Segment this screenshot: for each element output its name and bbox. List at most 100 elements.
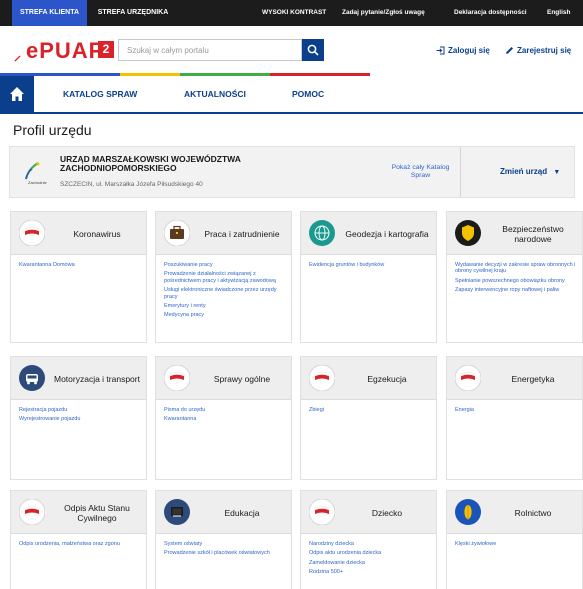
category-title: Rolnictwo — [514, 507, 552, 518]
tab-strefa-urzednika[interactable]: STREFA URZĘDNIKA — [88, 0, 178, 26]
category-links: Zbiegi — [309, 407, 431, 416]
category-link[interactable]: Rodzina 500+ — [309, 569, 431, 575]
category-card-header[interactable]: Sprawy ogólne — [156, 357, 291, 400]
category-links: Rejestracja pojazdu Wyrejestrowanie pojaz… — [19, 407, 141, 426]
category-links: Klęski żywiołowe — [455, 541, 577, 550]
register-label: Zarejestruj się — [517, 46, 572, 55]
briefcase-icon — [163, 219, 191, 247]
register-link[interactable]: Zarejestruj się — [505, 46, 571, 60]
category-link[interactable]: Kwarantanna Domowa — [19, 262, 141, 268]
category-link[interactable]: Ewidencja gruntów i budynków — [309, 262, 431, 268]
category-link[interactable]: Odpis aktu urodzenia dziecka — [309, 550, 431, 556]
category-links: Odpis urodzenia, małżeństwa oraz zgonu — [19, 541, 141, 550]
category-link[interactable]: Kwarantanna — [164, 416, 286, 422]
category-card: Energetyka Energia — [446, 356, 583, 480]
category-link[interactable]: System oświaty — [164, 541, 286, 547]
category-link[interactable]: Prowadzenie szkół i placówek oświatowych — [164, 550, 286, 556]
login-link[interactable]: Zaloguj się — [436, 46, 490, 60]
category-link[interactable]: Narodziny dziecka — [309, 541, 431, 547]
school-icon — [164, 499, 190, 525]
shield-icon — [455, 220, 481, 246]
category-title: Geodezja i kartografia — [345, 228, 429, 239]
nav-pomoc[interactable]: POMOC — [292, 76, 324, 112]
accessibility-link[interactable]: Deklaracja dostępności — [454, 0, 527, 26]
office-name: URZĄD MARSZAŁKOWSKI WOJEWÓDZTWA ZACHODNI… — [60, 154, 241, 173]
category-card: Koronawirus Kwarantanna Domowa — [10, 211, 147, 343]
category-card-header[interactable]: Edukacja — [156, 491, 291, 534]
top-bar: STREFA KLIENTA STREFA URZĘDNIKA WYSOKI K… — [0, 0, 583, 26]
category-card-header[interactable]: Motoryzacja i transport — [11, 357, 146, 400]
poland-flag-icon — [163, 364, 191, 392]
category-links: System oświaty Prowadzenie szkół i placów… — [164, 541, 286, 560]
category-title: Praca i zatrudnienie — [204, 228, 280, 239]
category-card-header[interactable]: Koronawirus — [11, 212, 146, 255]
category-links: Poszukiwanie pracy Prowadzenie działalnoś… — [164, 262, 286, 322]
pencil-icon — [506, 47, 513, 55]
header: ⸝ ePUAP 2 Zaloguj się Zarejestruj się — [0, 26, 583, 76]
category-card: Rolnictwo Klęski żywiołowe — [446, 490, 583, 589]
nav-aktualnosci[interactable]: AKTUALNOŚCI — [184, 76, 246, 112]
category-card-header[interactable]: Geodezja i kartografia — [301, 212, 436, 255]
change-office-button[interactable]: Zmień urząd ▼ — [500, 167, 560, 176]
logo-text: ePUAP — [26, 38, 105, 63]
category-card: Egzekucja Zbiegi — [300, 356, 437, 480]
category-card-header[interactable]: Egzekucja — [301, 357, 436, 400]
category-links: Pisma do urzędu Kwarantanna — [164, 407, 286, 426]
nav-katalog-spraw[interactable]: KATALOG SPRAW — [63, 76, 137, 112]
category-card: Praca i zatrudnienie Poszukiwanie pracy Pr… — [155, 211, 292, 343]
office-address: SZCZECIN, ul. Marszałka Józefa Piłsudski… — [60, 181, 203, 188]
category-link[interactable]: Wydawanie decyzji w zakresie spraw obron… — [455, 262, 577, 275]
category-title: Edukacja — [224, 507, 260, 518]
category-card-header[interactable]: Dziecko — [301, 491, 436, 534]
category-link[interactable]: Energia — [455, 407, 577, 413]
category-card-header[interactable]: Praca i zatrudnienie — [156, 212, 291, 255]
office-divider — [460, 147, 461, 197]
category-title: Egzekucja — [367, 373, 407, 384]
high-contrast-link[interactable]: WYSOKI KONTRAST — [262, 0, 326, 26]
category-link[interactable]: Odpis urodzenia, małżeństwa oraz zgonu — [19, 541, 141, 547]
category-link[interactable]: Medycyna pracy — [164, 312, 286, 318]
category-card: Bezpieczeństwo narodowe Wydawanie decyzji… — [446, 211, 583, 343]
category-title: Bezpieczeństwo narodowe — [502, 223, 564, 244]
login-icon — [436, 46, 445, 55]
epuap-logo[interactable]: ⸝ ePUAP 2 — [14, 38, 114, 63]
page-title: Profil urzędu — [13, 122, 92, 138]
login-label: Zaloguj się — [448, 46, 490, 55]
category-title: Koronawirus — [73, 228, 121, 239]
category-card-header[interactable]: Energetyka — [447, 357, 582, 400]
category-link[interactable]: Spełnianie powszechnego obowiązku obrony — [455, 278, 577, 284]
category-link[interactable]: Zbiegi — [309, 407, 431, 413]
category-link[interactable]: Poszukiwanie pracy — [164, 262, 286, 268]
category-link[interactable]: Usługi elektroniczne świadczone przez ur… — [164, 287, 286, 300]
language-link[interactable]: English — [547, 0, 570, 26]
category-links: Ewidencja gruntów i budynków — [309, 262, 431, 271]
category-card-header[interactable]: Bezpieczeństwo narodowe — [447, 212, 582, 255]
category-link[interactable]: Prowadzenie działalności związanej z poś… — [164, 271, 286, 284]
category-card-header[interactable]: Odpis Aktu Stanu Cywilnego — [11, 491, 146, 534]
category-card: Sprawy ogólne Pisma do urzędu Kwarantanna — [155, 356, 292, 480]
search-input[interactable] — [118, 39, 302, 61]
category-link[interactable]: Emerytury i renty — [164, 303, 286, 309]
category-card: Motoryzacja i transport Rejestracja pojaz… — [10, 356, 147, 480]
category-link[interactable]: Zameldowanie dziecka — [309, 560, 431, 566]
category-link[interactable]: Zapasy interwencyjne ropy naftowej i pal… — [455, 287, 577, 293]
triangle-down-icon: ▼ — [553, 169, 561, 176]
category-link[interactable]: Rejestracja pojazdu — [19, 407, 141, 413]
search-icon — [307, 44, 319, 56]
search-button[interactable] — [302, 39, 324, 61]
home-button[interactable] — [0, 76, 34, 114]
category-link[interactable]: Klęski żywiołowe — [455, 541, 577, 547]
show-catalog-link[interactable]: Pokaż cały Katalog Spraw — [388, 164, 453, 180]
category-title: Motoryzacja i transport — [54, 373, 140, 384]
category-links: Kwarantanna Domowa — [19, 262, 141, 271]
ask-question-link[interactable]: Zadaj pytanie/Zgłoś uwagę — [342, 0, 425, 26]
category-links: Narodziny dziecka Odpis aktu urodzenia dz… — [309, 541, 431, 579]
category-title: Energetyka — [511, 373, 555, 384]
main-nav: KATALOG SPRAW AKTUALNOŚCI POMOC — [0, 76, 583, 114]
category-link[interactable]: Wyrejestrowanie pojazdu — [19, 416, 141, 422]
tab-strefa-klienta[interactable]: STREFA KLIENTA — [12, 0, 87, 26]
category-card: Dziecko Narodziny dziecka Odpis aktu urodz… — [300, 490, 437, 589]
logo-number: 2 — [98, 41, 114, 58]
category-link[interactable]: Pisma do urzędu — [164, 407, 286, 413]
category-card-header[interactable]: Rolnictwo — [447, 491, 582, 534]
